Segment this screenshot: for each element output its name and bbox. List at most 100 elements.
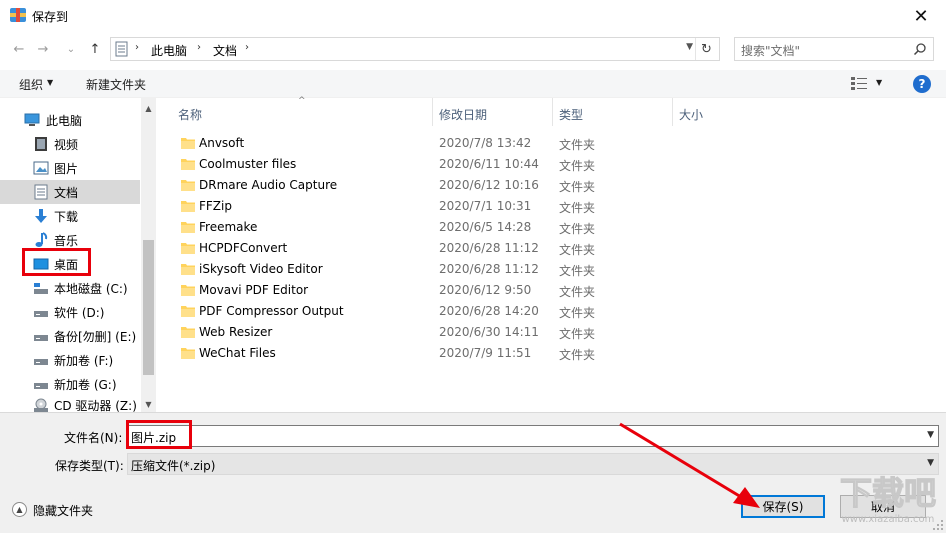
column-divider[interactable]	[552, 98, 553, 126]
file-type: 文件夹	[559, 306, 596, 320]
organize-menu[interactable]: 组织	[19, 76, 43, 93]
file-name: WeChat Files	[199, 346, 276, 360]
filetype-label: 保存类型(T):	[55, 459, 124, 473]
sidebar-item-label: 下载	[54, 209, 79, 224]
filetype-select[interactable]: 压缩文件(*.zip) ▼	[127, 453, 939, 475]
file-modified-date: 2020/6/5 14:28	[439, 220, 532, 234]
caret-down-icon[interactable]: ▼	[47, 78, 53, 87]
desktop-highlight-box	[22, 248, 91, 276]
collapse-up-icon: ▲	[12, 502, 27, 517]
video-icon	[35, 137, 47, 151]
up-button[interactable]: ↑	[86, 40, 104, 58]
sidebar-item-drive-g[interactable]: 新加卷 (G:)	[0, 372, 140, 396]
file-type: 文件夹	[559, 159, 596, 173]
file-row[interactable]: iSkysoft Video Editor 2020/6/28 11:12 文件夹	[160, 259, 920, 280]
file-name: Freemake	[199, 220, 258, 234]
file-type: 文件夹	[559, 264, 596, 278]
view-options-icon[interactable]	[851, 77, 867, 90]
breadcrumb-this-pc[interactable]: 此电脑	[151, 42, 187, 59]
refresh-button[interactable]: ↻	[695, 38, 717, 60]
chevron-down-icon[interactable]: ▼	[686, 42, 693, 52]
file-name: HCPDFConvert	[199, 241, 288, 255]
file-row[interactable]: PDF Compressor Output 2020/6/28 14:20 文件夹	[160, 301, 920, 322]
drive-icon	[34, 359, 48, 365]
sidebar-item-drive-d[interactable]: 软件 (D:)	[0, 300, 140, 324]
column-header-size[interactable]: 大小	[679, 106, 703, 123]
column-divider[interactable]	[672, 98, 673, 126]
sidebar-item-label: 文档	[54, 185, 79, 200]
file-name: DRmare Audio Capture	[199, 178, 338, 192]
folder-icon	[181, 264, 195, 275]
chevron-down-icon[interactable]: ▼	[927, 458, 934, 468]
sidebar-item-label: CD 驱动器 (Z:)	[54, 399, 137, 412]
sidebar-item-videos[interactable]: 视频	[0, 132, 140, 156]
file-row[interactable]: Anvsoft 2020/7/8 13:42 文件夹	[160, 133, 920, 154]
window-title: 保存到	[32, 10, 69, 24]
folder-icon	[181, 306, 195, 317]
download-icon	[35, 209, 47, 223]
file-row[interactable]: FFZip 2020/7/1 10:31 文件夹	[160, 196, 920, 217]
file-modified-date: 2020/7/9 11:51	[439, 346, 532, 360]
forward-button[interactable]: →	[34, 40, 52, 58]
folder-icon	[181, 285, 195, 296]
close-button[interactable]: ✕	[906, 4, 936, 28]
drive-icon	[34, 311, 48, 317]
scroll-up-button[interactable]: ▲	[141, 100, 156, 116]
folder-icon	[181, 327, 195, 338]
sidebar-scrollbar-thumb[interactable]	[143, 240, 154, 375]
sidebar-item-drive-f[interactable]: 新加卷 (F:)	[0, 348, 140, 372]
search-input[interactable]: 搜索"文档"	[734, 37, 934, 61]
folder-icon	[181, 201, 195, 212]
sidebar-item-pictures[interactable]: 图片	[0, 156, 140, 180]
recent-locations-button[interactable]: ⌄	[62, 40, 80, 58]
column-divider[interactable]	[432, 98, 433, 126]
chevron-down-icon[interactable]: ▼	[927, 430, 934, 440]
file-row[interactable]: Coolmuster files 2020/6/11 10:44 文件夹	[160, 154, 920, 175]
column-header-type[interactable]: 类型	[559, 106, 583, 123]
file-row[interactable]: Movavi PDF Editor 2020/6/12 9:50 文件夹	[160, 280, 920, 301]
sidebar-item-downloads[interactable]: 下载	[0, 204, 140, 228]
file-name: Movavi PDF Editor	[199, 283, 309, 297]
sidebar-item-documents[interactable]: 文档	[0, 180, 140, 204]
drive-icon	[34, 383, 48, 389]
system-drive-icon	[34, 283, 48, 294]
file-row[interactable]: DRmare Audio Capture 2020/6/12 10:16 文件夹	[160, 175, 920, 196]
sort-up-icon: ^	[298, 96, 306, 106]
computer-icon	[24, 113, 40, 126]
file-row[interactable]: Web Resizer 2020/6/30 14:11 文件夹	[160, 322, 920, 343]
view-caret-icon[interactable]: ▼	[876, 78, 882, 87]
resize-grip-icon[interactable]	[932, 519, 944, 531]
folder-icon	[181, 138, 195, 149]
column-header-name[interactable]: 名称	[178, 106, 202, 123]
search-placeholder: 搜索"文档"	[741, 44, 801, 58]
sidebar-item-this-pc[interactable]: 此电脑	[0, 108, 140, 132]
file-modified-date: 2020/7/1 10:31	[439, 199, 532, 213]
file-name: Web Resizer	[199, 325, 273, 339]
breadcrumb-documents[interactable]: 文档	[213, 42, 237, 59]
help-button[interactable]: ?	[913, 75, 931, 93]
sidebar-item-drive-e[interactable]: 备份[勿删] (E:)	[0, 324, 140, 348]
new-folder-button[interactable]: 新建文件夹	[86, 76, 146, 93]
sidebar-item-label: 备份[勿删] (E:)	[54, 329, 137, 344]
column-header-date[interactable]: 修改日期	[439, 106, 487, 123]
file-row[interactable]: HCPDFConvert 2020/6/28 11:12 文件夹	[160, 238, 920, 259]
sidebar-item-label: 本地磁盘 (C:)	[54, 281, 128, 296]
filename-input[interactable]: 图片.zip ▼	[127, 425, 939, 447]
file-type: 文件夹	[559, 138, 596, 152]
filename-highlight-box	[126, 420, 192, 449]
sidebar-item-drive-z[interactable]: CD 驱动器 (Z:)	[0, 396, 140, 412]
save-button[interactable]: 保存(S)	[741, 495, 825, 518]
file-row[interactable]: Freemake 2020/6/5 14:28 文件夹	[160, 217, 920, 238]
file-type: 文件夹	[559, 243, 596, 257]
file-name: PDF Compressor Output	[199, 304, 344, 318]
sidebar-item-drive-c[interactable]: 本地磁盘 (C:)	[0, 276, 140, 300]
file-modified-date: 2020/6/28 14:20	[439, 304, 539, 318]
back-button[interactable]: ←	[10, 40, 28, 58]
file-type: 文件夹	[559, 180, 596, 194]
watermark-text: 下载吧	[840, 474, 936, 512]
scroll-down-button[interactable]: ▼	[141, 396, 156, 412]
address-bar[interactable]: › 此电脑 › 文档 › ▼ ↻	[110, 37, 720, 61]
file-row[interactable]: WeChat Files 2020/7/9 11:51 文件夹	[160, 343, 920, 364]
title-bar: 保存到 ✕	[0, 0, 946, 32]
file-type: 文件夹	[559, 348, 596, 362]
